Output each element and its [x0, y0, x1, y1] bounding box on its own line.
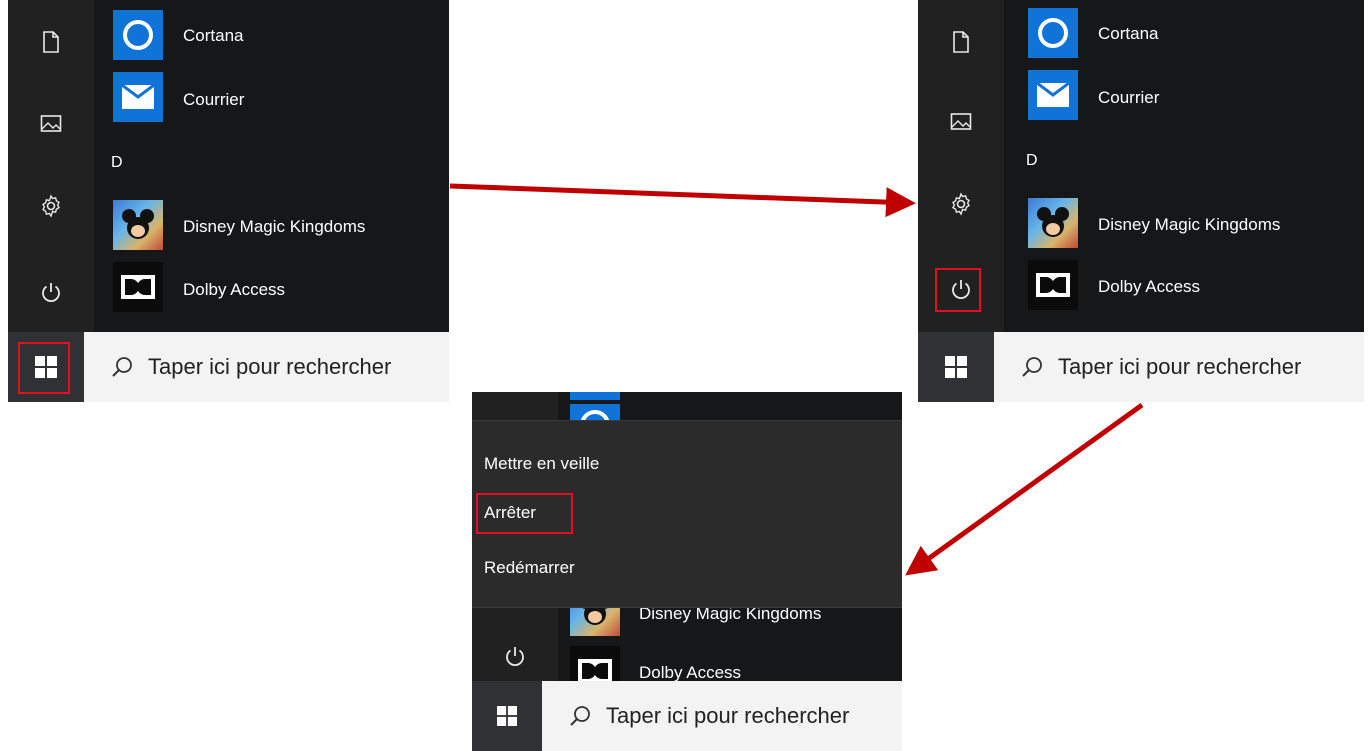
arrow-step1-to-step2 [449, 183, 916, 218]
arrow-step2-to-step3 [905, 402, 1144, 576]
step-arrows [449, 183, 1144, 576]
